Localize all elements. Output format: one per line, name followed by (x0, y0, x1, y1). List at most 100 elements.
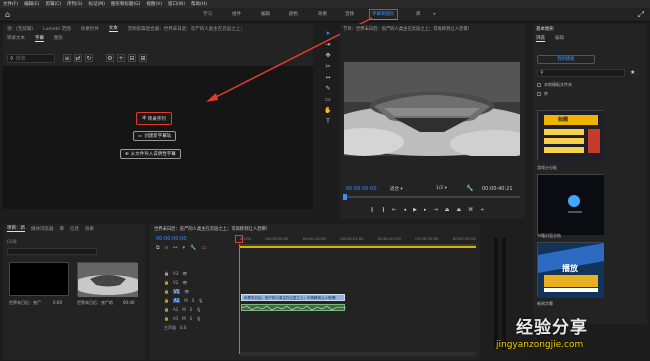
tab-graphics[interactable]: 图形 (54, 35, 63, 41)
menu-item[interactable]: 序列(S) (67, 1, 82, 7)
snap-icon[interactable]: ∩ (165, 245, 169, 251)
tab-effect-controls[interactable]: 效果控件 (81, 26, 99, 32)
project-search[interactable] (7, 248, 97, 255)
ripple-edit-icon[interactable]: ✥ (324, 52, 332, 60)
mark-in-icon[interactable]: ❙ (370, 207, 374, 213)
caption-toggle-icon[interactable]: ▭ (201, 245, 206, 251)
linked-icon[interactable]: ⚯ (173, 245, 177, 251)
lock-icon[interactable]: 🔒 (164, 316, 169, 321)
lock-icon[interactable]: 🔒 (164, 298, 169, 303)
menu-item[interactable]: 帮助(H) (191, 1, 207, 7)
selection-tool-icon[interactable]: ➤ (324, 30, 332, 38)
mic-icon[interactable]: 🎙 (196, 307, 201, 312)
go-to-in-icon[interactable]: ⇤ (392, 207, 396, 213)
export-frame-icon[interactable]: ⌘ (468, 207, 473, 213)
mute-icon[interactable]: M (182, 307, 185, 312)
project-item-1-thumb[interactable] (9, 262, 69, 296)
resolution-dropdown[interactable]: 1/2 ▾ (436, 186, 447, 191)
program-timecode[interactable]: 00:00:00:00 (346, 186, 377, 192)
tab-effects[interactable]: 效果 (85, 226, 94, 232)
tab-browse[interactable]: 浏览 (536, 35, 545, 42)
template-thumb-1[interactable]: 标题 (537, 110, 604, 161)
tab-lumetri[interactable]: Lumetri 范围 (43, 26, 71, 32)
caption-search[interactable]: ⚲ 搜索 (7, 54, 55, 63)
tab-captions[interactable]: 字幕 (35, 35, 44, 42)
merge-icon[interactable]: ⊞ (139, 54, 147, 62)
timeline-timecode[interactable]: 00:00:00:00 (156, 236, 187, 242)
audio-clip[interactable] (241, 304, 347, 311)
program-scrubber[interactable] (344, 196, 520, 198)
type-tool-icon[interactable]: T (324, 118, 332, 126)
mute-icon[interactable]: M (182, 316, 185, 321)
track-select-icon[interactable]: ⇥ (324, 41, 332, 49)
mic-icon[interactable]: 🎙 (196, 316, 201, 321)
nest-icon[interactable]: ⧉ (156, 245, 160, 251)
tab-text[interactable]: 文本 (108, 25, 118, 32)
project-item-2-thumb[interactable] (72, 262, 144, 297)
mark-out-icon[interactable]: ❙ (381, 207, 385, 213)
timeline-scrollbar[interactable] (240, 352, 476, 356)
swap-icon[interactable]: ⇄ (74, 54, 82, 62)
mic-icon[interactable]: 🎙 (198, 298, 203, 303)
lock-icon[interactable]: 🔒 (164, 271, 169, 276)
template-search[interactable]: ⚲ (537, 69, 625, 77)
step-back-icon[interactable]: ◂ (404, 207, 407, 213)
home-icon[interactable]: ⌂ (5, 10, 14, 19)
eye-icon[interactable]: 👁 (182, 280, 187, 285)
lock-icon[interactable]: 🔒 (164, 307, 169, 312)
tab-transcript[interactable]: 转录文本 (7, 35, 25, 41)
eye-icon[interactable]: 👁 (184, 289, 189, 294)
mute-icon[interactable]: M (184, 298, 187, 303)
timeline-playhead[interactable] (239, 244, 240, 354)
extract-icon[interactable]: ⏏ (456, 207, 461, 213)
tab-edit[interactable]: 编辑 (555, 35, 564, 41)
solo-icon[interactable]: S (192, 298, 195, 303)
tab-project[interactable]: 项目：新 (7, 225, 25, 232)
menu-item[interactable]: 窗口(W) (168, 1, 185, 7)
wrench-icon[interactable]: 🔧 (466, 185, 473, 192)
pen-icon[interactable]: ✎ (324, 85, 332, 93)
solo-icon[interactable]: S (190, 307, 193, 312)
slip-icon[interactable]: ↔ (324, 74, 332, 82)
more-workspaces-icon[interactable]: » (433, 11, 436, 19)
workspace-libraries[interactable]: 库 (416, 11, 421, 19)
solo-icon[interactable]: S (190, 316, 193, 321)
menu-item[interactable]: 剪辑(C) (45, 1, 61, 7)
transcribe-sequence-button[interactable]: ⇶ 转录序列 (136, 112, 172, 125)
playhead-icon[interactable] (343, 194, 347, 200)
menu-item[interactable]: 标记(M) (89, 1, 105, 7)
step-forward-icon[interactable]: ▸ (424, 207, 427, 213)
play-icon[interactable]: ▶ (413, 207, 417, 213)
template-thumb-2[interactable] (537, 174, 604, 235)
tab-libraries[interactable]: 库 (60, 226, 65, 232)
lock-icon[interactable]: 🔒 (164, 289, 169, 294)
hand-icon[interactable]: ✋ (324, 107, 332, 115)
menu-item[interactable]: 图形和标题(G) (111, 1, 141, 7)
split-icon[interactable]: ⊟ (128, 54, 136, 62)
tab-info[interactable]: 信息 (70, 226, 79, 232)
template-thumb-3[interactable]: 播放 (537, 242, 604, 298)
lift-icon[interactable]: ⏏ (445, 207, 450, 213)
libraries-check[interactable]: 库 (537, 91, 548, 97)
lock-icon[interactable]: 🔒 (164, 280, 169, 285)
fit-dropdown[interactable]: 适合 ▾ (390, 186, 403, 192)
eye-icon[interactable]: 👁 (182, 271, 187, 276)
refresh-icon[interactable]: ↻ (85, 54, 93, 62)
menu-item[interactable]: 编辑(E) (24, 1, 39, 7)
video-clip[interactable]: 世界末日后：丧尸的人类主在云层之上；可再移到让人恐惧！ (241, 294, 345, 301)
go-to-out-icon[interactable]: ⇥ (434, 207, 438, 213)
create-caption-track-button[interactable]: ▭ 创建新字幕轨 (133, 131, 177, 141)
filter-icon[interactable]: ≡ (63, 54, 71, 62)
my-templates-button[interactable]: 我的模板 (537, 55, 595, 64)
fullscreen-icon[interactable]: ⤢ (638, 10, 644, 20)
timeline-title[interactable]: 世界末日后：丧尸的人类主在云层之上；可再移到让人恐惧！ (150, 224, 480, 234)
razor-icon[interactable]: ✂ (324, 63, 332, 71)
marker-icon[interactable]: ▾ (182, 245, 185, 251)
tab-source[interactable]: 源：(无剪辑) (7, 26, 33, 32)
menu-item[interactable]: 文件(F) (3, 1, 18, 7)
import-captions-button[interactable]: ⊕ 从文件导入说明性字幕 (120, 149, 181, 159)
rectangle-icon[interactable]: ▭ (324, 96, 332, 104)
menu-item[interactable]: 视图(V) (146, 1, 162, 7)
timeline-settings-icon[interactable]: 🔧 (190, 245, 196, 251)
add-button-icon[interactable]: + (480, 207, 484, 213)
